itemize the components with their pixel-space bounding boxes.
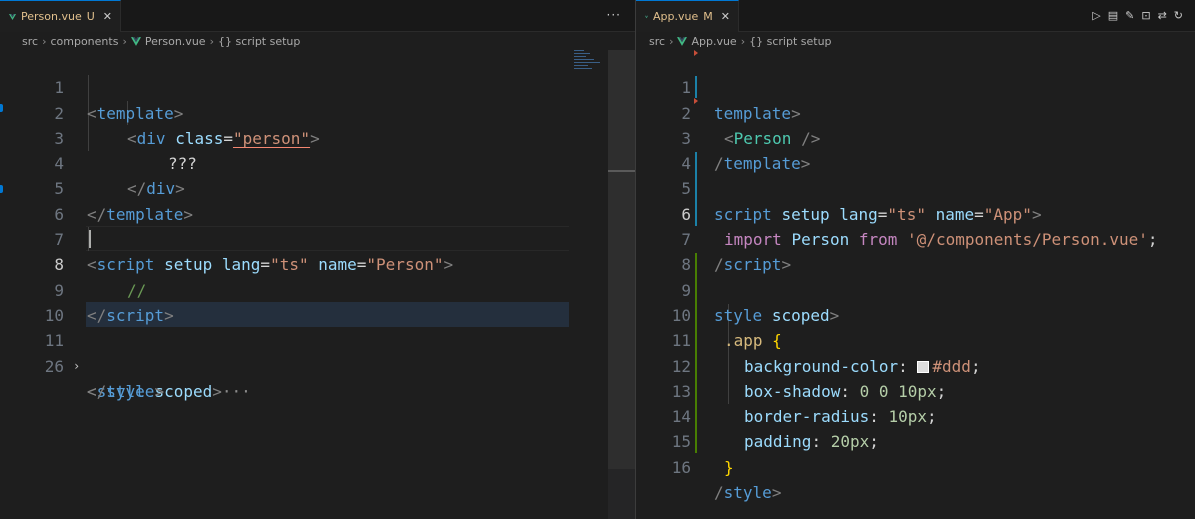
tab-file-name: Person.vue bbox=[21, 10, 82, 23]
breadcrumb-item-symbol[interactable]: {} script setup bbox=[218, 35, 300, 48]
vue-file-icon bbox=[677, 36, 688, 46]
token: / bbox=[714, 483, 724, 503]
code-line: 15 } bbox=[636, 404, 1195, 476]
breadcrumb: src › App.vue › {} script setup bbox=[636, 32, 1195, 50]
token: > bbox=[154, 381, 165, 401]
chevron-right-icon[interactable]: › bbox=[73, 354, 80, 379]
code-line: 10 .app { bbox=[636, 278, 1195, 350]
breadcrumb-item-components[interactable]: components bbox=[50, 35, 118, 48]
tab-person-vue[interactable]: Person.vue U ✕ bbox=[0, 0, 121, 32]
minimap[interactable] bbox=[574, 50, 608, 90]
breadcrumb-item-file[interactable]: Person.vue bbox=[145, 35, 206, 48]
token: } bbox=[724, 457, 734, 477]
code-line: 11 › <style scoped>··· bbox=[0, 303, 635, 401]
vue-file-icon bbox=[645, 15, 649, 18]
close-icon[interactable]: ✕ bbox=[103, 10, 112, 23]
editor-actions: ▷ ▤ ✎ ⊡ ⇄ ↻ bbox=[1092, 9, 1183, 22]
edit-icon[interactable]: ✎ bbox=[1125, 9, 1134, 22]
tab-app-vue[interactable]: App.vue M ✕ bbox=[636, 0, 739, 32]
vue-file-icon bbox=[9, 13, 16, 20]
code-line: 6 bbox=[0, 177, 635, 224]
scrollbar-marker bbox=[608, 170, 635, 172]
code-line: 13 border-radius: 10px; bbox=[636, 354, 1195, 426]
code-line: 5 script setup lang="ts" name="App"> bbox=[636, 151, 1195, 223]
code-line: 10 bbox=[0, 278, 635, 325]
code-line: 2 <Person /> bbox=[636, 75, 1195, 148]
breadcrumb-item-src[interactable]: src bbox=[649, 35, 665, 48]
tab-bar-left: Person.vue U ✕ ··· bbox=[0, 0, 635, 32]
token: > bbox=[212, 381, 222, 401]
code-line: 9 </script> bbox=[0, 252, 635, 325]
token: </ bbox=[87, 381, 107, 401]
chevron-right-icon: › bbox=[740, 34, 746, 48]
token: > bbox=[771, 483, 782, 503]
compare-icon[interactable]: ⊡ bbox=[1141, 9, 1150, 22]
vertical-scrollbar[interactable] bbox=[608, 50, 635, 519]
code-line: 1 template> bbox=[636, 50, 1195, 122]
scrollbar-thumb[interactable] bbox=[608, 50, 635, 469]
right-editor-group: App.vue M ✕ ▷ ▤ ✎ ⊡ ⇄ ↻ src › App.vue › … bbox=[636, 0, 1195, 519]
code-line: 5 </template> bbox=[0, 151, 635, 223]
code-line: 4 </div> bbox=[0, 126, 635, 198]
chevron-right-icon: › bbox=[42, 34, 47, 48]
code-line: 7 /script> bbox=[636, 202, 1195, 274]
code-line: 14 padding: 20px; bbox=[636, 379, 1195, 451]
close-icon[interactable]: ✕ bbox=[721, 10, 730, 23]
line-number: 16 bbox=[671, 457, 691, 477]
folded-ellipsis[interactable]: ··· bbox=[222, 382, 251, 401]
code-line: 3 /template> bbox=[636, 101, 1195, 173]
code-editor-left[interactable]: 1 <template> 2 <div class="person"> 3 ??… bbox=[0, 50, 635, 519]
tab-file-name: App.vue bbox=[653, 10, 699, 23]
vue-file-icon bbox=[130, 36, 141, 46]
token: style bbox=[106, 381, 155, 401]
run-icon[interactable]: ▷ bbox=[1092, 9, 1100, 22]
code-line: 8 // bbox=[0, 227, 635, 299]
code-line: 12 box-shadow: 0 0 10px; bbox=[636, 328, 1195, 401]
breadcrumb: src › components › Person.vue › {} scrip… bbox=[0, 32, 635, 50]
tab-bar-right: App.vue M ✕ ▷ ▤ ✎ ⊡ ⇄ ↻ bbox=[636, 0, 1195, 32]
code-line: 16 /style> bbox=[636, 430, 1195, 502]
code-line: 3 ??? bbox=[0, 101, 635, 173]
code-line: 26 </style> bbox=[0, 328, 635, 401]
code-line: 1 <template> bbox=[0, 50, 635, 122]
breadcrumb-item-symbol[interactable]: {} script setup bbox=[749, 35, 831, 48]
chevron-right-icon: › bbox=[669, 34, 674, 48]
line-number: 26 bbox=[44, 356, 64, 376]
tab-git-status: M bbox=[703, 10, 713, 23]
left-editor-group: Person.vue U ✕ ··· src › components › Pe… bbox=[0, 0, 635, 519]
code-line: 8 bbox=[636, 227, 1195, 274]
breadcrumb-item-file[interactable]: App.vue bbox=[691, 35, 736, 48]
git-compare-icon[interactable]: ⇄ bbox=[1158, 9, 1167, 22]
refresh-icon[interactable]: ↻ bbox=[1174, 9, 1183, 22]
chevron-right-icon: › bbox=[209, 34, 214, 48]
token: style bbox=[723, 483, 772, 503]
code-editor-right[interactable]: 1 template> 2 <Person /> 3 /template> 4 … bbox=[636, 50, 1195, 519]
code-line: 2 <div class="person"> bbox=[0, 75, 635, 148]
code-line: 7 <script setup lang="ts" name="Person"> bbox=[0, 202, 635, 274]
chevron-right-icon: › bbox=[122, 34, 127, 48]
tab-git-status: U bbox=[86, 10, 95, 23]
open-preview-icon[interactable]: ▤ bbox=[1108, 9, 1118, 22]
code-line: 9 style scoped> bbox=[636, 252, 1195, 325]
code-line: 11 background-color: #ddd; bbox=[636, 303, 1195, 375]
code-line: 6 import Person from '@/components/Perso… bbox=[636, 177, 1195, 249]
code-line: 4 bbox=[636, 126, 1195, 173]
breadcrumb-item-src[interactable]: src bbox=[22, 35, 38, 48]
more-actions-button[interactable]: ··· bbox=[607, 8, 621, 22]
